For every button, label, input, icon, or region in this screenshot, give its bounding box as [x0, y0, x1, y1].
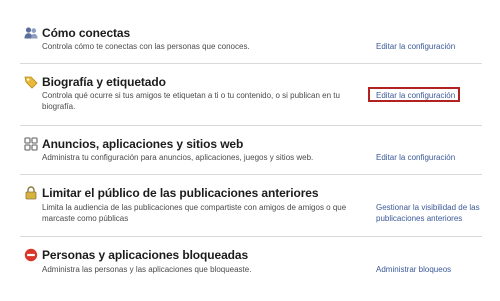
tag-icon	[24, 76, 38, 89]
manage-blocks-link[interactable]: Administrar bloqueos	[376, 264, 451, 275]
block-icon	[24, 248, 38, 262]
section-description: Limita la audiencia de las publicaciones…	[42, 203, 347, 223]
separator	[20, 125, 482, 126]
section-description: Administra las personas y las aplicacion…	[42, 265, 252, 274]
edit-settings-link[interactable]: Editar la configuración	[376, 41, 455, 52]
separator	[20, 63, 482, 64]
section-description: Controla cómo te conectas con las person…	[42, 42, 250, 51]
lock-icon	[25, 186, 37, 200]
section-title: Biografía y etiquetado	[42, 75, 166, 89]
section-title: Anuncios, aplicaciones y sitios web	[42, 137, 244, 151]
separator	[20, 174, 482, 175]
section-description: Controla qué ocurre si tus amigos te eti…	[42, 91, 340, 111]
people-icon	[24, 27, 38, 39]
manage-visibility-link[interactable]: Gestionar la visibilidad de las publicac…	[376, 202, 481, 224]
section-description: Administra tu configuración para anuncio…	[42, 153, 314, 162]
edit-settings-link[interactable]: Editar la configuración	[376, 152, 455, 163]
section-title: Limitar el público de las publicaciones …	[42, 186, 319, 200]
apps-icon	[24, 137, 38, 151]
separator	[20, 236, 482, 237]
section-title: Cómo conectas	[42, 26, 131, 40]
edit-settings-link[interactable]: Editar la configuración	[376, 90, 455, 101]
section-title: Personas y aplicaciones bloqueadas	[42, 248, 249, 262]
